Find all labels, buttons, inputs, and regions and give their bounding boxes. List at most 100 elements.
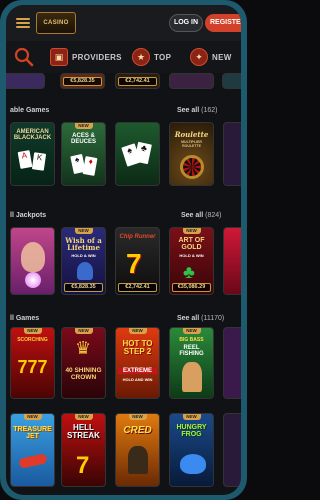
game-title: TREASURE JET — [13, 426, 52, 441]
game-tile-hot-to-step-2[interactable]: NEW HOT TO STEP 2 EXTREME HOLD AND WIN — [115, 327, 160, 399]
game-title: HELL STREAK — [67, 423, 100, 441]
genie-art — [77, 262, 93, 280]
providers-icon: ▣ — [50, 48, 68, 66]
new-badge: NEW — [128, 328, 147, 334]
roulette-wheel-icon — [180, 155, 204, 179]
game-title: ART OF GOLD — [178, 237, 205, 252]
see-all-table-games[interactable]: See all (162) — [177, 107, 217, 114]
search-icon[interactable] — [14, 47, 34, 67]
game-subtitle: BIG BASS — [179, 337, 204, 343]
character-art — [128, 446, 148, 474]
see-all-label: See all — [181, 212, 204, 219]
new-badge: NEW — [182, 228, 201, 234]
game-tile-wish-of-a-lifetime[interactable]: NEW Wish of a Lifetime HOLD & WIN €5,828… — [61, 227, 106, 295]
game-tile-fairy[interactable] — [10, 227, 55, 295]
game-title: 777 — [17, 357, 48, 377]
game-subtitle: MULTIPLIER ROULETTE — [181, 140, 202, 148]
game-title: Wish of a Lifetime — [65, 236, 102, 253]
game-title: ACES & DEUCES — [70, 133, 96, 146]
nav-new[interactable]: ✦ NEW — [190, 47, 232, 67]
fisherman-art — [182, 362, 202, 392]
game-title: REEL FISHING — [179, 345, 204, 358]
new-badge: NEW — [128, 414, 147, 420]
section-title-all-games: ll Games — [10, 315, 40, 322]
jackpot-amount: €5,828.35 — [63, 77, 102, 86]
game-tile-cred[interactable]: NEW CRED — [115, 413, 160, 487]
card-icon: K — [31, 152, 47, 171]
game-title: Roulette — [174, 130, 209, 139]
new-badge: NEW — [23, 414, 42, 420]
section-title-jackpots: ll Jackpots — [10, 212, 47, 219]
jackpot-amount: €2,742.41 — [118, 77, 157, 86]
game-title: Chip Runner — [119, 234, 156, 240]
game-tile[interactable]: €5,828.35 — [60, 73, 105, 89]
game-tile[interactable]: €2,742.41 — [115, 73, 160, 89]
game-tile[interactable] — [223, 413, 241, 487]
see-all-jackpots[interactable]: See all (824) — [181, 212, 221, 219]
section-title-table-games: able Games — [10, 107, 50, 114]
new-badge: NEW — [182, 414, 201, 420]
flame-icon: ✦ — [190, 48, 208, 66]
jackpot-amount: €35,086.29 — [172, 283, 211, 292]
category-nav: ▣ PROVIDERS ★ TOP ✦ NEW — [6, 41, 241, 73]
seven-symbol-art: 7 — [126, 248, 142, 279]
seven-symbol-art: 7 — [76, 452, 90, 479]
see-all-games[interactable]: See all (11170) — [177, 315, 224, 322]
nav-new-label: NEW — [212, 52, 232, 62]
game-tile-art-of-gold[interactable]: NEW ART OF GOLD HOLD & WIN ♣ €35,086.29 — [169, 227, 214, 295]
new-badge: NEW — [74, 228, 93, 234]
see-all-label: See all — [177, 107, 200, 114]
clover-icon: ♣ — [183, 262, 195, 282]
nav-top[interactable]: ★ TOP — [132, 47, 171, 67]
crown-icon: ♛ — [75, 338, 92, 358]
game-title: 40 SHINING CROWN — [65, 367, 102, 381]
game-tile-roulette[interactable]: Roulette MULTIPLIER ROULETTE — [169, 122, 214, 186]
game-tile-scorching-777[interactable]: NEW SCORCHING 777 — [10, 327, 55, 399]
game-subtitle: EXTREME — [118, 368, 157, 375]
top-bar: CASINO LOG IN REGISTER — [6, 5, 241, 41]
card-icon: A — [17, 150, 33, 169]
game-title: AMERICAN BLACKJACK — [13, 129, 52, 142]
login-button[interactable]: LOG IN — [169, 14, 203, 32]
game-subtitle: HOLD & WIN — [71, 253, 96, 258]
game-tile-aces-deuces[interactable]: NEW ACES & DEUCES ♠ ♦ — [61, 122, 106, 186]
see-all-label: See all — [177, 315, 200, 322]
game-count: (162) — [201, 107, 218, 114]
game-subtitle: HOLD & WIN — [179, 253, 204, 258]
new-badge: NEW — [74, 414, 93, 420]
game-tile[interactable] — [223, 327, 241, 399]
game-tile-chip-runner[interactable]: Chip Runner 7 €2,742.41 — [115, 227, 160, 295]
register-button[interactable]: REGISTER — [205, 14, 241, 32]
game-tile[interactable] — [222, 73, 241, 89]
casino-logo[interactable]: CASINO — [36, 12, 76, 34]
game-tile[interactable] — [169, 73, 214, 89]
nav-top-label: TOP — [154, 52, 172, 62]
frog-art — [180, 454, 206, 474]
card-icon: ♦ — [82, 156, 98, 176]
game-tile[interactable] — [223, 122, 241, 186]
game-tile-hell-streak[interactable]: NEW HELL STREAK 7 — [61, 413, 106, 487]
game-title: CRED — [123, 425, 152, 436]
new-badge: NEW — [182, 328, 201, 334]
game-tile-treasure-jet[interactable]: NEW TREASURE JET — [10, 413, 55, 487]
game-tile-40-shining-crown[interactable]: NEW ♛ 40 SHINING CROWN — [61, 327, 106, 399]
new-badge: NEW — [23, 328, 42, 334]
game-tile-big-bass-reel-fishing[interactable]: NEW BIG BASS REEL FISHING — [169, 327, 214, 399]
nav-providers[interactable]: ▣ PROVIDERS — [50, 47, 122, 67]
game-title: HOT TO STEP 2 — [122, 339, 153, 357]
hamburger-menu-icon[interactable] — [16, 18, 30, 28]
game-count: (11170) — [201, 315, 225, 322]
new-badge: NEW — [74, 328, 93, 334]
new-badge: NEW — [74, 123, 93, 129]
game-tile[interactable] — [223, 227, 241, 295]
game-count: (824) — [205, 212, 222, 219]
game-tile-cards[interactable]: ♠ ♣ — [115, 122, 160, 186]
game-tile-hungry-frog[interactable]: NEW HUNGRY FROG — [169, 413, 214, 487]
card-icon: ♣ — [134, 141, 152, 165]
game-title: HUNGRY FROG — [176, 424, 207, 439]
orb-art — [25, 272, 41, 288]
game-tile[interactable] — [6, 73, 45, 89]
jet-art — [18, 453, 48, 469]
star-icon: ★ — [132, 48, 150, 66]
game-tile-american-blackjack[interactable]: AMERICAN BLACKJACK A K — [10, 122, 55, 186]
